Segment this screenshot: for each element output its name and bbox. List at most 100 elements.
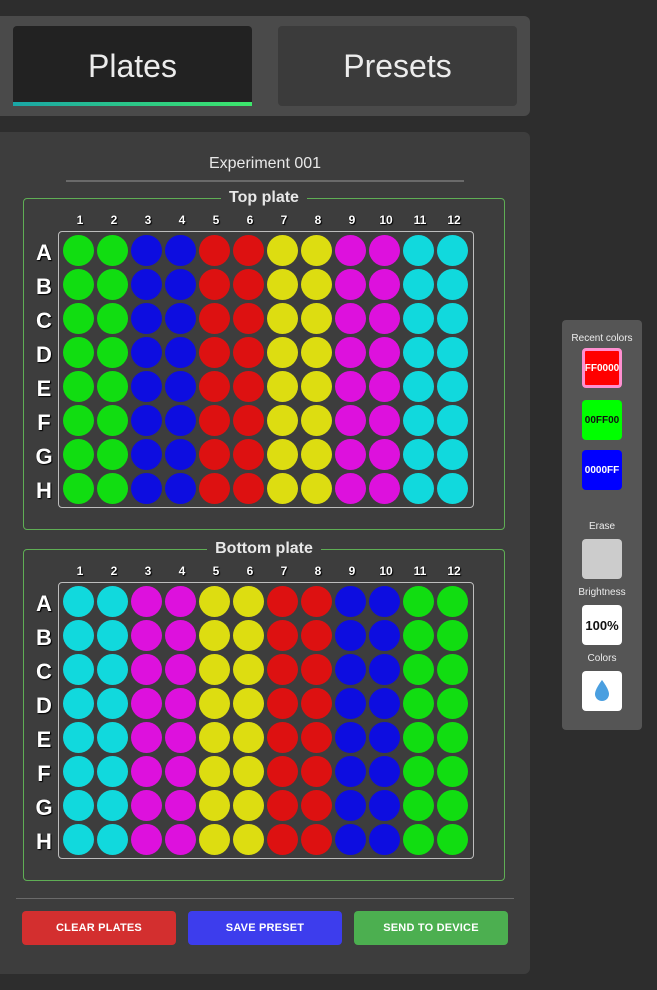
well-B3[interactable] — [131, 269, 162, 300]
well-D9[interactable] — [335, 337, 366, 368]
well-C12[interactable] — [437, 303, 468, 334]
well-E9[interactable] — [335, 371, 366, 402]
well-A2[interactable] — [97, 235, 128, 266]
well-E12[interactable] — [437, 371, 468, 402]
well-C4[interactable] — [165, 654, 196, 685]
well-A5[interactable] — [199, 586, 230, 617]
well-H2[interactable] — [97, 824, 128, 855]
well-A10[interactable] — [369, 235, 400, 266]
recent-color-swatch-red[interactable]: FF0000 — [582, 348, 622, 388]
well-G7[interactable] — [267, 439, 298, 470]
well-C1[interactable] — [63, 303, 94, 334]
well-B9[interactable] — [335, 269, 366, 300]
well-C12[interactable] — [437, 654, 468, 685]
well-E5[interactable] — [199, 371, 230, 402]
well-G2[interactable] — [97, 439, 128, 470]
well-E10[interactable] — [369, 371, 400, 402]
well-B6[interactable] — [233, 269, 264, 300]
well-H7[interactable] — [267, 824, 298, 855]
well-H7[interactable] — [267, 473, 298, 504]
well-G12[interactable] — [437, 439, 468, 470]
well-A8[interactable] — [301, 235, 332, 266]
well-G3[interactable] — [131, 439, 162, 470]
well-B2[interactable] — [97, 620, 128, 651]
well-D6[interactable] — [233, 337, 264, 368]
well-H2[interactable] — [97, 473, 128, 504]
well-G4[interactable] — [165, 790, 196, 821]
well-F8[interactable] — [301, 405, 332, 436]
brightness-button[interactable]: 100% — [582, 605, 622, 645]
well-C9[interactable] — [335, 654, 366, 685]
well-A9[interactable] — [335, 235, 366, 266]
clear-plates-button[interactable]: CLEAR PLATES — [22, 911, 176, 945]
well-A11[interactable] — [403, 235, 434, 266]
well-D12[interactable] — [437, 337, 468, 368]
well-C8[interactable] — [301, 654, 332, 685]
well-E4[interactable] — [165, 722, 196, 753]
well-D11[interactable] — [403, 337, 434, 368]
well-F4[interactable] — [165, 405, 196, 436]
well-F8[interactable] — [301, 756, 332, 787]
well-E2[interactable] — [97, 722, 128, 753]
well-H4[interactable] — [165, 824, 196, 855]
well-A5[interactable] — [199, 235, 230, 266]
well-F5[interactable] — [199, 405, 230, 436]
well-H4[interactable] — [165, 473, 196, 504]
well-E5[interactable] — [199, 722, 230, 753]
well-B5[interactable] — [199, 620, 230, 651]
well-C11[interactable] — [403, 303, 434, 334]
well-D7[interactable] — [267, 688, 298, 719]
well-H6[interactable] — [233, 824, 264, 855]
well-B2[interactable] — [97, 269, 128, 300]
well-C2[interactable] — [97, 654, 128, 685]
well-A12[interactable] — [437, 235, 468, 266]
well-G5[interactable] — [199, 790, 230, 821]
well-H5[interactable] — [199, 824, 230, 855]
well-D2[interactable] — [97, 688, 128, 719]
well-C7[interactable] — [267, 303, 298, 334]
well-E7[interactable] — [267, 722, 298, 753]
well-C4[interactable] — [165, 303, 196, 334]
well-H11[interactable] — [403, 824, 434, 855]
well-C10[interactable] — [369, 654, 400, 685]
well-H3[interactable] — [131, 473, 162, 504]
well-H10[interactable] — [369, 824, 400, 855]
well-F10[interactable] — [369, 405, 400, 436]
well-F12[interactable] — [437, 405, 468, 436]
well-A3[interactable] — [131, 235, 162, 266]
well-D4[interactable] — [165, 337, 196, 368]
well-D5[interactable] — [199, 688, 230, 719]
well-C5[interactable] — [199, 654, 230, 685]
recent-color-swatch-blue[interactable]: 0000FF — [582, 450, 622, 490]
well-H10[interactable] — [369, 473, 400, 504]
well-A11[interactable] — [403, 586, 434, 617]
well-C1[interactable] — [63, 654, 94, 685]
well-D2[interactable] — [97, 337, 128, 368]
save-preset-button[interactable]: SAVE PRESET — [188, 911, 342, 945]
well-D11[interactable] — [403, 688, 434, 719]
well-F2[interactable] — [97, 756, 128, 787]
well-D12[interactable] — [437, 688, 468, 719]
well-G1[interactable] — [63, 439, 94, 470]
well-F6[interactable] — [233, 756, 264, 787]
well-A10[interactable] — [369, 586, 400, 617]
well-E12[interactable] — [437, 722, 468, 753]
well-C6[interactable] — [233, 303, 264, 334]
send-to-device-button[interactable]: SEND TO DEVICE — [354, 911, 508, 945]
well-E6[interactable] — [233, 371, 264, 402]
well-D10[interactable] — [369, 688, 400, 719]
well-E11[interactable] — [403, 722, 434, 753]
well-C6[interactable] — [233, 654, 264, 685]
well-B10[interactable] — [369, 620, 400, 651]
well-F7[interactable] — [267, 405, 298, 436]
well-A6[interactable] — [233, 586, 264, 617]
well-H1[interactable] — [63, 824, 94, 855]
well-D6[interactable] — [233, 688, 264, 719]
well-A9[interactable] — [335, 586, 366, 617]
well-H8[interactable] — [301, 824, 332, 855]
well-A4[interactable] — [165, 235, 196, 266]
well-B10[interactable] — [369, 269, 400, 300]
well-E9[interactable] — [335, 722, 366, 753]
well-H9[interactable] — [335, 824, 366, 855]
well-A1[interactable] — [63, 235, 94, 266]
